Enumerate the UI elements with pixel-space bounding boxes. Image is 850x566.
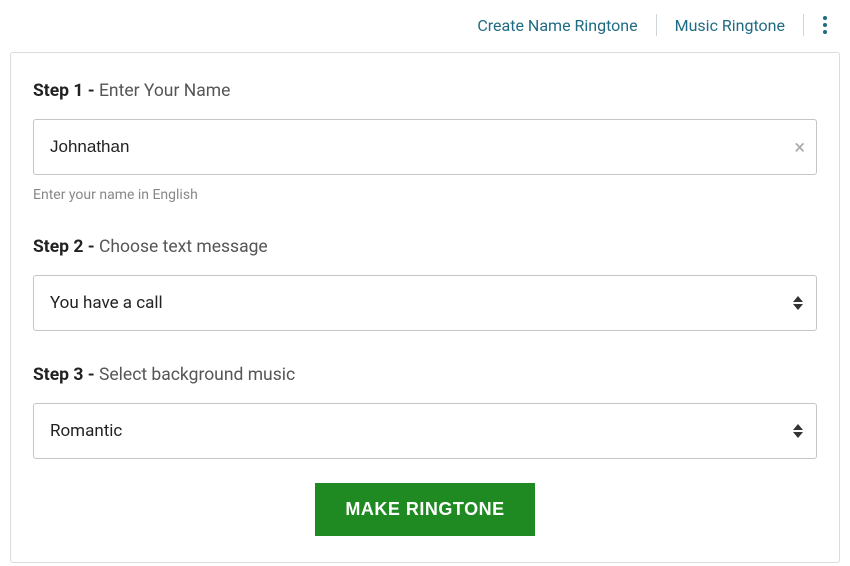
music-select-value: Romantic <box>50 421 122 441</box>
submit-row: MAKE RINGTONE <box>33 483 817 536</box>
clear-icon[interactable]: × <box>794 137 805 157</box>
step-3-label: Step 3 - Select background music <box>33 365 817 385</box>
step-2-block: Step 2 - Choose text message You have a … <box>33 237 817 331</box>
message-select[interactable]: You have a call <box>33 275 817 331</box>
step-1-block: Step 1 - Enter Your Name × Enter your na… <box>33 81 817 203</box>
nav-divider <box>803 14 804 36</box>
make-ringtone-button[interactable]: MAKE RINGTONE <box>315 483 534 536</box>
step-1-prefix: Step 1 - <box>33 81 99 101</box>
message-select-value: You have a call <box>50 293 163 313</box>
step-2-text: Choose text message <box>99 237 268 257</box>
step-1-text: Enter Your Name <box>99 81 230 101</box>
kebab-menu-icon[interactable] <box>812 14 838 36</box>
step-3-block: Step 3 - Select background music Romanti… <box>33 365 817 459</box>
top-nav: Create Name Ringtone Music Ringtone <box>0 0 850 46</box>
ringtone-form-card: Step 1 - Enter Your Name × Enter your na… <box>10 52 840 563</box>
name-hint: Enter your name in English <box>33 187 817 203</box>
nav-create-name-ringtone[interactable]: Create Name Ringtone <box>459 14 655 36</box>
step-1-label: Step 1 - Enter Your Name <box>33 81 817 101</box>
nav-music-ringtone[interactable]: Music Ringtone <box>657 14 803 36</box>
step-3-text: Select background music <box>99 365 295 385</box>
name-input-wrap: × <box>33 119 817 175</box>
music-select[interactable]: Romantic <box>33 403 817 459</box>
step-3-prefix: Step 3 - <box>33 365 99 385</box>
step-2-prefix: Step 2 - <box>33 237 99 257</box>
name-input[interactable] <box>33 119 817 175</box>
music-select-wrap: Romantic <box>33 403 817 459</box>
message-select-wrap: You have a call <box>33 275 817 331</box>
step-2-label: Step 2 - Choose text message <box>33 237 817 257</box>
